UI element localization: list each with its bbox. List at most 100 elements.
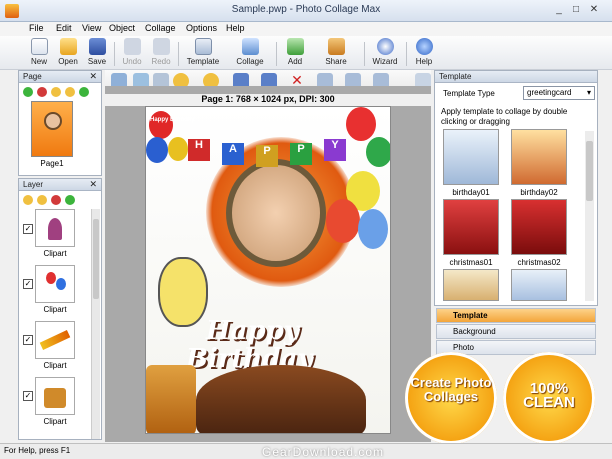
template-scrollbar[interactable] [585,131,594,301]
save-icon [88,38,106,55]
accordion-background[interactable]: Background [436,324,596,339]
template-description: Apply template to collage by double clic… [441,107,568,126]
layer-checkbox[interactable]: ✓ [23,335,33,345]
add-button[interactable]: Add [283,38,307,66]
add-page-icon[interactable] [23,87,33,97]
menu-help[interactable]: Help [226,23,245,33]
layer-thumbnail[interactable] [35,321,75,359]
template-panel-title: Template [439,72,472,81]
menu-options[interactable]: Options [186,23,217,33]
minimize-button[interactable]: _ [552,4,566,17]
menu-bar: File Edit View Object Collage Options He… [0,22,612,36]
page-panel-header: Page ✕ [19,71,101,83]
open-icon [59,38,77,55]
banner-letter: P [290,143,312,165]
wizard-button[interactable]: Wizard [370,38,400,66]
template-thumb-christmas02[interactable] [511,199,567,255]
promo-badge-text: Create Photo Collages [410,375,492,404]
refresh-layer-icon[interactable] [65,195,75,205]
main-toolbar: New Open Save Undo Redo Template Collage… [0,36,612,70]
menu-view[interactable]: View [82,23,101,33]
wizard-label: Wizard [372,57,398,66]
save-button[interactable]: Save [85,38,109,66]
share-button[interactable]: Share [322,38,350,66]
status-bar: For Help, press F1 GearDownload.com [0,443,612,459]
balloon [146,137,168,163]
new-button[interactable]: New [27,38,51,66]
close-button[interactable]: ✕ [587,4,601,17]
layer-thumbnail[interactable] [35,377,75,415]
promo-badge-clean: 100% CLEAN [503,352,595,444]
menu-object[interactable]: Object [109,23,135,33]
template-panel: Template Template Type greetingcard ▾ App… [434,70,598,306]
template-label: Template [186,57,220,66]
layer-panel-title: Layer [23,180,44,189]
open-button[interactable]: Open [55,38,81,66]
layer-checkbox[interactable]: ✓ [23,279,33,289]
new-label: New [30,57,47,66]
template-label: birthday02 [520,188,558,197]
template-icon [194,38,212,55]
template-thumb[interactable] [443,269,499,301]
template-button[interactable]: Template [184,38,222,66]
template-label: christmas01 [449,258,493,267]
layer-scrollbar[interactable] [91,209,100,439]
layer-label: Clipart [43,361,67,370]
wizard-icon [376,38,394,55]
balloon [366,137,390,167]
template-type-label: Template Type [443,89,495,98]
template-type-select[interactable]: greetingcard ▾ [523,86,595,100]
help-icon [415,38,433,55]
window-title: Sample.pwp - Photo Collage Max [231,4,381,15]
delete-page-icon[interactable] [37,87,47,97]
layer-label: Clipart [43,417,67,426]
template-thumb[interactable] [511,269,567,301]
menu-collage[interactable]: Collage [145,23,176,33]
layer-checkbox[interactable]: ✓ [23,224,33,234]
menu-file[interactable]: File [29,23,44,33]
template-type-value: greetingcard [527,88,572,97]
gift-basket [146,365,196,433]
menu-edit[interactable]: Edit [56,23,72,33]
child-photo[interactable] [226,159,326,267]
new-icon [30,38,48,55]
banner-letter: P [256,145,278,167]
undo-button[interactable]: Undo [120,38,144,66]
layer-thumbnail[interactable] [35,265,75,303]
page-info: Page 1: 768 × 1024 px, DPI: 300 [105,94,431,106]
delete-layer-icon[interactable] [51,195,61,205]
banner-letter: Y [324,139,346,161]
status-text: For Help, press F1 [4,446,71,455]
collage-page[interactable]: Happy Birthday H A P P Y Happy Birthday [145,106,391,434]
help-button[interactable]: Help [412,38,436,66]
redo-icon [152,38,170,55]
template-label: birthday01 [452,188,490,197]
layer-down-icon[interactable] [37,195,47,205]
cake-text: Happy Birthday [186,317,356,373]
layer-thumbnail[interactable] [35,209,75,247]
redo-button[interactable]: Redo [149,38,173,66]
undo-icon [123,38,141,55]
template-thumb-christmas01[interactable] [443,199,499,255]
layer-up-icon[interactable] [23,195,33,205]
move-page-up-icon[interactable] [51,87,61,97]
move-page-down-icon[interactable] [65,87,75,97]
refresh-page-icon[interactable] [79,87,89,97]
accordion-label: Background [453,327,496,336]
template-thumb-birthday01[interactable] [443,129,499,185]
page-panel-close-icon[interactable]: ✕ [89,71,97,82]
add-label: Add [287,57,303,66]
collage-button[interactable]: Collage [233,38,267,66]
title-bar: Sample.pwp - Photo Collage Max _ □ ✕ [0,0,612,22]
maximize-button[interactable]: □ [569,4,583,17]
layer-checkbox[interactable]: ✓ [23,391,33,401]
open-label: Open [58,57,78,66]
help-label: Help [415,57,433,66]
accordion-template[interactable]: Template [436,308,596,323]
template-thumb-birthday02[interactable] [511,129,567,185]
layer-label: Clipart [43,249,67,258]
page-thumbnail[interactable] [31,101,73,157]
layer-panel-close-icon[interactable]: ✕ [89,179,97,190]
page-panel: Page ✕ Page1 [18,70,102,176]
promo-badge-text: 100% CLEAN [523,380,575,411]
